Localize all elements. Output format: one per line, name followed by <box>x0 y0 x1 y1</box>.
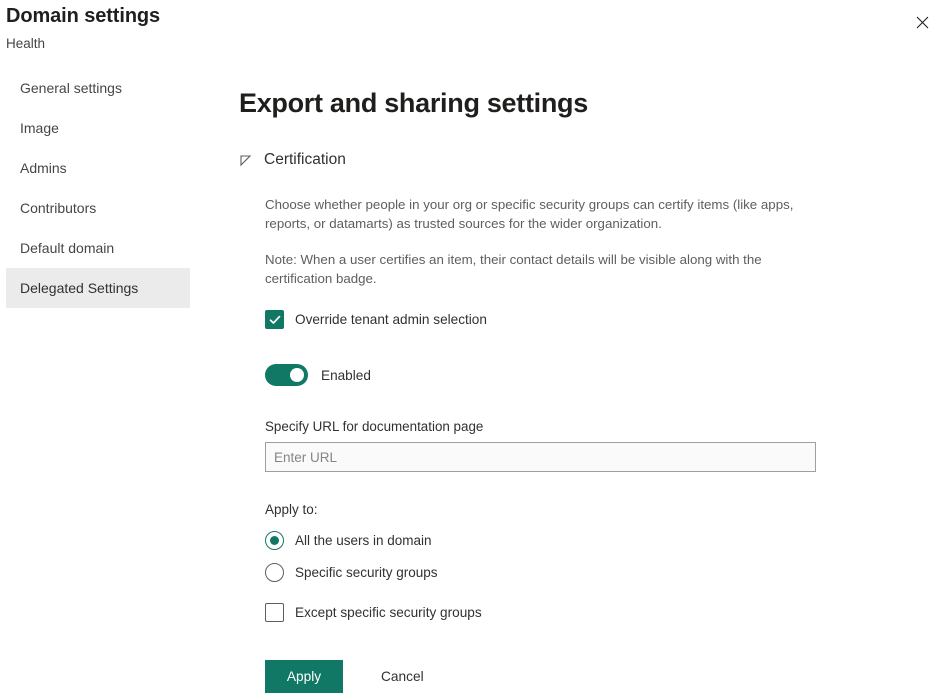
radio-specific-groups-label: Specific security groups <box>295 565 438 580</box>
sidebar-item-label: General settings <box>20 80 122 96</box>
settings-sidebar: General settings Image Admins Contributo… <box>0 68 200 308</box>
checkbox-checked-icon[interactable] <box>265 310 284 329</box>
documentation-url-field-group: Specify URL for documentation page <box>265 419 879 472</box>
apply-to-group: Apply to: All the users in domain Specif… <box>265 502 879 622</box>
certification-section-body: Choose whether people in your org or spe… <box>239 195 879 693</box>
section-description-primary: Choose whether people in your org or spe… <box>265 195 805 233</box>
enabled-toggle-row[interactable]: Enabled <box>265 364 879 386</box>
apply-button[interactable]: Apply <box>265 660 343 693</box>
panel-header: Domain settings Health <box>0 0 947 62</box>
override-tenant-admin-checkbox-row[interactable]: Override tenant admin selection <box>265 310 879 329</box>
radio-all-users-label: All the users in domain <box>295 533 432 548</box>
sidebar-item-default-domain[interactable]: Default domain <box>6 228 190 268</box>
page-title: Domain settings <box>6 5 160 28</box>
sidebar-item-admins[interactable]: Admins <box>6 148 190 188</box>
apply-to-label: Apply to: <box>265 502 879 517</box>
triangle-expanded-icon <box>239 154 252 167</box>
radio-selected-icon[interactable] <box>265 531 284 550</box>
except-specific-groups-label: Except specific security groups <box>295 605 482 620</box>
sidebar-item-label: Contributors <box>20 200 96 216</box>
sidebar-item-image[interactable]: Image <box>6 108 190 148</box>
close-icon <box>916 16 929 29</box>
page-subtitle: Health <box>6 36 45 51</box>
radio-unselected-icon[interactable] <box>265 563 284 582</box>
enabled-toggle[interactable] <box>265 364 308 386</box>
sidebar-item-label: Default domain <box>20 240 114 256</box>
documentation-url-input[interactable] <box>265 442 816 472</box>
documentation-url-label: Specify URL for documentation page <box>265 419 879 434</box>
action-button-row: Apply Cancel <box>265 660 879 693</box>
sidebar-item-label: Admins <box>20 160 67 176</box>
sidebar-item-general-settings[interactable]: General settings <box>6 68 190 108</box>
cancel-button[interactable]: Cancel <box>381 669 424 684</box>
section-description-note: Note: When a user certifies an item, the… <box>265 250 805 288</box>
radio-specific-security-groups[interactable]: Specific security groups <box>265 560 879 585</box>
certification-section-header[interactable]: Certification <box>239 151 879 169</box>
radio-all-users-in-domain[interactable]: All the users in domain <box>265 528 879 553</box>
checkbox-unchecked-icon[interactable] <box>265 603 284 622</box>
except-specific-groups-checkbox-row[interactable]: Except specific security groups <box>265 603 879 622</box>
toggle-knob <box>290 368 304 382</box>
sidebar-item-label: Image <box>20 120 59 136</box>
content-title: Export and sharing settings <box>239 86 879 120</box>
settings-content: Export and sharing settings Certificatio… <box>239 86 879 693</box>
enabled-toggle-label: Enabled <box>321 368 371 383</box>
sidebar-item-delegated-settings[interactable]: Delegated Settings <box>6 268 190 308</box>
override-tenant-admin-label: Override tenant admin selection <box>295 312 487 327</box>
sidebar-item-label: Delegated Settings <box>20 280 138 296</box>
sidebar-item-contributors[interactable]: Contributors <box>6 188 190 228</box>
section-title: Certification <box>264 151 346 169</box>
close-button[interactable] <box>905 5 939 39</box>
